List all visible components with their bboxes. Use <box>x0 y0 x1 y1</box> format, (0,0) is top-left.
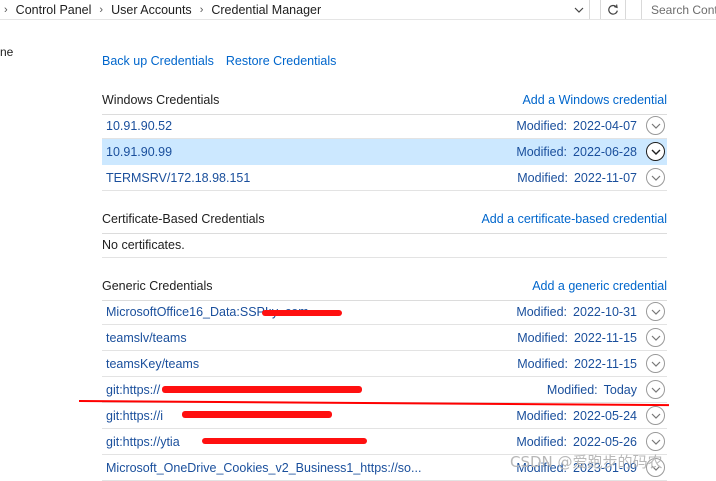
breadcrumb: › Control Panel › User Accounts › Creden… <box>0 0 321 19</box>
breadcrumb-control-panel[interactable]: Control Panel <box>16 3 92 17</box>
section-title: Windows Credentials <box>102 93 220 107</box>
nav-pane-fragment: ne <box>0 45 14 59</box>
no-certificates-row: No certificates. <box>102 232 667 258</box>
credential-modified: Modified: 2022-11-15 <box>517 357 637 371</box>
expand-icon[interactable] <box>646 432 665 451</box>
refresh-icon <box>608 4 618 15</box>
chevron-right-icon: › <box>199 3 204 16</box>
certificate-credentials-header: Certificate-Based Credentials Add a cert… <box>102 212 667 234</box>
credential-modified: Modified: 2022-05-24 <box>516 409 637 423</box>
watermark: CSDN @爱跑步的码农 <box>510 453 663 471</box>
credential-row[interactable]: 10.91.90.52 Modified: 2022-04-07 <box>102 113 667 139</box>
expand-icon[interactable] <box>646 116 665 135</box>
section-title: Certificate-Based Credentials <box>102 212 265 226</box>
credential-name: 10.91.90.52 <box>106 119 173 133</box>
address-bar: › Control Panel › User Accounts › Creden… <box>0 0 716 19</box>
credential-modified: Modified: 2022-05-26 <box>516 435 637 449</box>
credential-name: git:https://i <box>106 409 163 423</box>
credential-name: Microsoft_OneDrive_Cookies_v2_Business1_… <box>106 461 422 475</box>
credential-modified: Modified: 2022-06-28 <box>516 145 637 159</box>
search-input[interactable] <box>642 0 716 19</box>
expand-icon[interactable] <box>646 302 665 321</box>
add-generic-credential-link[interactable]: Add a generic credential <box>532 279 667 293</box>
empty-message: No certificates. <box>102 238 185 252</box>
breadcrumb-credential-manager[interactable]: Credential Manager <box>211 3 321 17</box>
address-dropdown-button[interactable] <box>568 0 590 19</box>
credential-row[interactable]: teamslv/teams Modified: 2022-11-15 <box>102 325 667 351</box>
expand-icon[interactable] <box>646 328 665 347</box>
credential-modified: Modified: Today <box>546 383 637 397</box>
expand-icon[interactable] <box>646 406 665 425</box>
credential-row[interactable]: git:https://i Modified: 2022-05-24 <box>102 403 667 429</box>
search-box[interactable] <box>641 0 716 19</box>
expand-icon[interactable] <box>646 168 665 187</box>
credential-name: 10.91.90.99 <box>106 145 173 159</box>
credential-row-selected[interactable]: 10.91.90.99 Modified: 2022-06-28 <box>102 139 667 165</box>
add-certificate-credential-link[interactable]: Add a certificate-based credential <box>481 212 667 226</box>
credential-name: TERMSRV/172.18.98.151 <box>106 171 251 185</box>
restore-credentials-link[interactable]: Restore Credentials <box>226 54 336 68</box>
credential-modified: Modified: 2022-11-15 <box>517 331 637 345</box>
redaction-mark <box>202 438 367 444</box>
add-windows-credential-link[interactable]: Add a Windows credential <box>522 93 667 107</box>
credential-modified: Modified: 2022-04-07 <box>516 119 637 133</box>
chevron-down-icon <box>574 7 583 13</box>
windows-credentials-header: Windows Credentials Add a Windows creden… <box>102 93 667 115</box>
credential-name: git:https:// <box>106 383 161 397</box>
generic-credentials-header: Generic Credentials Add a generic creden… <box>102 279 667 301</box>
credential-name: git:https://ytia <box>106 435 180 449</box>
credential-row[interactable]: TERMSRV/172.18.98.151 Modified: 2022-11-0… <box>102 165 667 191</box>
chevron-right-icon: › <box>4 3 8 16</box>
breadcrumb-user-accounts[interactable]: User Accounts <box>111 3 192 17</box>
credential-actions: Back up Credentials Restore Credentials <box>102 54 336 68</box>
credential-modified: Modified: 2022-10-31 <box>516 305 637 319</box>
redaction-mark <box>162 386 362 393</box>
expand-icon[interactable] <box>646 142 665 161</box>
credential-modified: Modified: 2022-11-07 <box>517 171 637 185</box>
redaction-mark <box>262 310 342 316</box>
credential-name: teamsKey/teams <box>106 357 200 371</box>
backup-credentials-link[interactable]: Back up Credentials <box>102 54 214 68</box>
divider <box>0 19 716 20</box>
credential-row[interactable]: MicrosoftOffice16_Data:SSPI:y .com Modif… <box>102 299 667 325</box>
section-title: Generic Credentials <box>102 279 213 293</box>
credential-name: teamslv/teams <box>106 331 187 345</box>
redaction-mark <box>182 411 332 418</box>
credential-row[interactable]: git:https:// Modified: Today <box>102 377 667 403</box>
expand-icon[interactable] <box>646 380 665 399</box>
chevron-right-icon: › <box>99 3 104 16</box>
credential-row[interactable]: teamsKey/teams Modified: 2022-11-15 <box>102 351 667 377</box>
expand-icon[interactable] <box>646 354 665 373</box>
refresh-button[interactable] <box>600 0 626 19</box>
